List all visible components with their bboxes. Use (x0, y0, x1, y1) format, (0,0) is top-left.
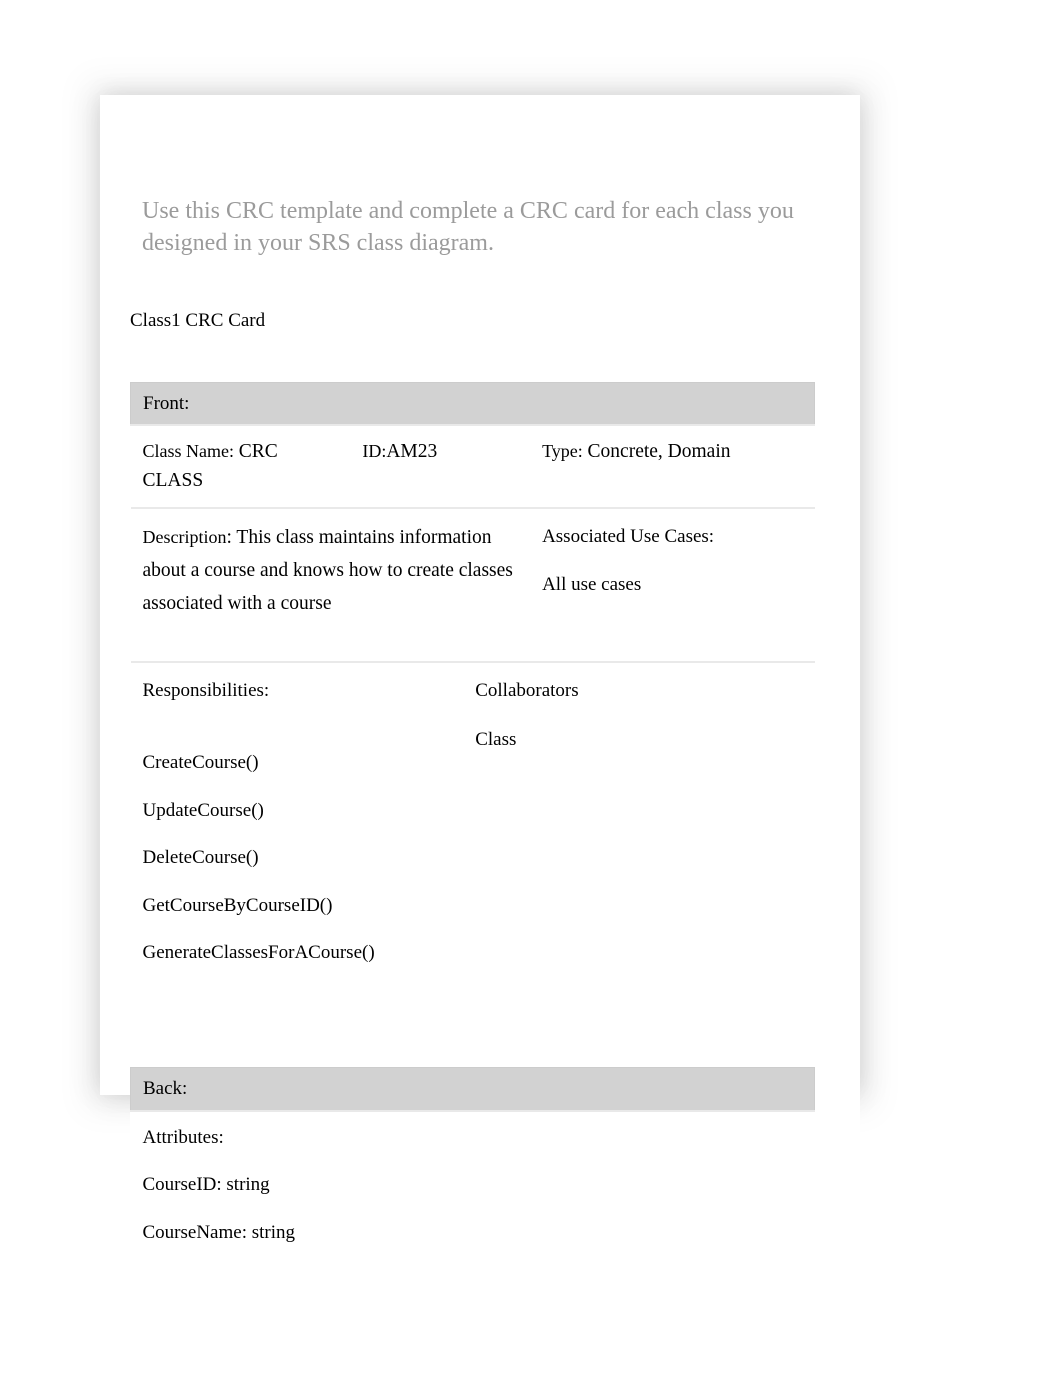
attribute-item: CourseName: string (143, 1219, 805, 1247)
attributes-row: Attributes: CourseID: string CourseName:… (131, 1111, 815, 1249)
document-page: Use this CRC template and complete a CRC… (130, 95, 860, 1248)
description-row: Description: This class maintains inform… (131, 508, 815, 662)
card-title: Class1 CRC Card (130, 260, 860, 332)
attributes-label: Attributes: (143, 1124, 805, 1152)
description-label: Description (143, 527, 227, 547)
collaborators-cell: Collaborators Class (475, 662, 814, 1068)
back-header-row: Back: (131, 1068, 815, 1111)
responsibility-item: GenerateClassesForACourse() (143, 939, 466, 967)
attributes-list: CourseID: string CourseName: string (143, 1171, 805, 1246)
responsibilities-label: Responsibilities: (143, 677, 466, 705)
use-cases-cell: Associated Use Cases: All use cases (530, 508, 814, 662)
class-name-label: Class Name: (143, 441, 235, 461)
front-header-row: Front: (131, 382, 815, 425)
instruction-text: Use this CRC template and complete a CRC… (130, 95, 860, 260)
type-value: Concrete, Domain (588, 441, 731, 462)
type-cell: Type: Concrete, Domain (530, 425, 814, 508)
type-label: Type: (542, 441, 583, 461)
responsibilities-list: CreateCourse() UpdateCourse() DeleteCour… (143, 749, 466, 967)
class-info-row: Class Name: CRC CLASS ID:AM23 Type: Conc… (131, 425, 815, 508)
id-cell: ID:AM23 (350, 425, 530, 508)
attributes-cell: Attributes: CourseID: string CourseName:… (131, 1111, 815, 1249)
use-cases-label: Associated Use Cases: (542, 521, 804, 553)
collaborators-value: Class (475, 726, 804, 754)
collaborators-label: Collaborators (475, 677, 804, 705)
use-cases-value: All use cases (542, 569, 804, 601)
responsibilities-cell: Responsibilities: CreateCourse() UpdateC… (131, 662, 476, 1068)
class-name-cell: Class Name: CRC CLASS (131, 425, 351, 508)
responsibility-item: CreateCourse() (143, 749, 466, 777)
id-value: AM23 (386, 441, 437, 462)
description-cell: Description: This class maintains inform… (131, 508, 531, 662)
back-header: Back: (131, 1068, 815, 1111)
responsibility-item: GetCourseByCourseID() (143, 892, 466, 920)
responsibilities-row: Responsibilities: CreateCourse() UpdateC… (131, 662, 815, 1068)
responsibility-item: DeleteCourse() (143, 844, 466, 872)
attribute-item: CourseID: string (143, 1171, 805, 1199)
id-label: ID: (362, 441, 386, 461)
crc-card-table: Front: Class Name: CRC CLASS ID:AM23 Typ… (130, 382, 815, 1248)
responsibility-item: UpdateCourse() (143, 797, 466, 825)
front-header: Front: (131, 382, 815, 425)
